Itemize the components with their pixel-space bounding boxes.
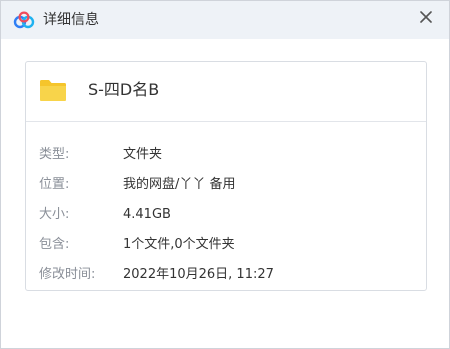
baidu-netdisk-cloud-icon	[13, 11, 35, 29]
dialog-title: 详细信息	[43, 12, 99, 28]
location-value: 我的网盘/丫丫 备用	[123, 177, 236, 192]
file-name: S-四D名B	[88, 80, 160, 99]
modified-time-value: 2022年10月26日, 11:27	[123, 267, 274, 282]
size-value: 4.41GB	[123, 207, 171, 222]
divider	[26, 121, 426, 122]
detail-row-location: 位置: 我的网盘/丫丫 备用	[39, 175, 419, 195]
close-icon[interactable]	[420, 11, 432, 23]
modified-time-label: 修改时间:	[39, 267, 96, 282]
detail-row-size: 大小: 4.41GB	[39, 205, 419, 225]
details-panel: S-四D名B 类型: 文件夹 位置: 我的网盘/丫丫 备用 大小: 4.41GB…	[25, 61, 427, 291]
detail-row-modified: 修改时间: 2022年10月26日, 11:27	[39, 265, 419, 285]
detail-row-contains: 包含: 1个文件,0个文件夹	[39, 235, 419, 255]
type-label: 类型:	[39, 147, 70, 162]
details-dialog: 详细信息 S-四D名B 类型: 文件夹 位置: 我的网盘/丫丫 备用 大小: 4…	[0, 0, 450, 349]
size-label: 大小:	[39, 207, 70, 222]
close-button[interactable]	[413, 4, 439, 30]
folder-icon	[40, 80, 66, 101]
contains-value: 1个文件,0个文件夹	[123, 237, 235, 252]
title-bar: 详细信息	[1, 1, 449, 39]
detail-row-type: 类型: 文件夹	[39, 145, 419, 165]
contains-label: 包含:	[39, 237, 70, 252]
location-label: 位置:	[39, 177, 70, 192]
type-value: 文件夹	[123, 147, 163, 162]
